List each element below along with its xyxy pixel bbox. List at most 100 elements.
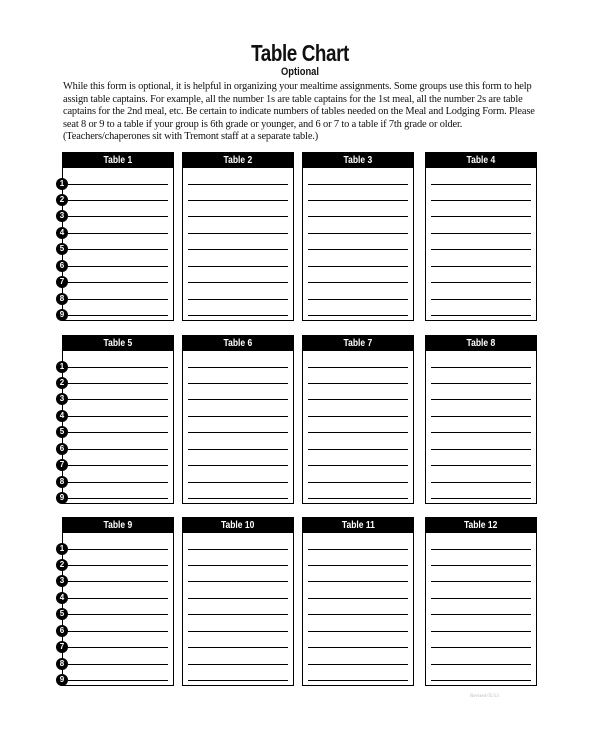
seat-name-field[interactable] (68, 631, 168, 633)
seat-name-field[interactable] (188, 216, 288, 218)
seat-name-field[interactable] (188, 465, 288, 467)
seat-name-field[interactable] (431, 266, 531, 268)
seat-name-field[interactable] (308, 498, 408, 500)
seat-name-field[interactable] (68, 233, 168, 235)
seat-name-field[interactable] (188, 432, 288, 434)
seat-name-field[interactable] (188, 664, 288, 666)
seat-name-field[interactable] (188, 498, 288, 500)
seat-name-field[interactable] (68, 549, 168, 551)
seat-name-field[interactable] (188, 184, 288, 186)
seat-name-field[interactable] (188, 315, 288, 317)
seat-name-field[interactable] (431, 498, 531, 500)
seat-name-field[interactable] (308, 282, 408, 284)
seat-name-field[interactable] (308, 367, 408, 369)
seat-name-field[interactable] (188, 249, 288, 251)
seat-name-field[interactable] (68, 249, 168, 251)
seat-name-field[interactable] (188, 299, 288, 301)
seat-name-field[interactable] (308, 200, 408, 202)
seat-name-field[interactable] (68, 680, 168, 682)
seat-name-field[interactable] (308, 631, 408, 633)
seat-name-field[interactable] (308, 216, 408, 218)
seat-name-field[interactable] (431, 680, 531, 682)
seat-name-field[interactable] (68, 416, 168, 418)
seat-name-field[interactable] (431, 465, 531, 467)
seat-name-field[interactable] (308, 399, 408, 401)
seat-name-field[interactable] (308, 233, 408, 235)
seat-name-field[interactable] (431, 416, 531, 418)
seat-name-field[interactable] (188, 581, 288, 583)
seat-name-field[interactable] (431, 565, 531, 567)
seat-name-field[interactable] (68, 647, 168, 649)
seat-name-field[interactable] (308, 449, 408, 451)
seat-name-field[interactable] (431, 216, 531, 218)
seat-name-field[interactable] (188, 282, 288, 284)
seat-name-field[interactable] (68, 449, 168, 451)
seat-name-field[interactable] (68, 266, 168, 268)
seat-name-field[interactable] (308, 266, 408, 268)
seat-name-field[interactable] (68, 216, 168, 218)
seat-name-field[interactable] (431, 432, 531, 434)
seat-name-field[interactable] (188, 680, 288, 682)
seat-name-field[interactable] (68, 282, 168, 284)
seat-name-field[interactable] (68, 200, 168, 202)
seat-name-field[interactable] (431, 200, 531, 202)
seat-name-field[interactable] (188, 367, 288, 369)
seat-name-field[interactable] (308, 664, 408, 666)
seat-name-field[interactable] (188, 449, 288, 451)
seat-name-field[interactable] (308, 647, 408, 649)
seat-name-field[interactable] (188, 631, 288, 633)
seat-name-field[interactable] (308, 383, 408, 385)
seat-name-field[interactable] (308, 299, 408, 301)
seat-name-field[interactable] (308, 432, 408, 434)
seat-name-field[interactable] (68, 664, 168, 666)
seat-name-field[interactable] (431, 315, 531, 317)
seat-name-field[interactable] (308, 315, 408, 317)
seat-name-field[interactable] (431, 598, 531, 600)
seat-name-field[interactable] (431, 367, 531, 369)
seat-name-field[interactable] (68, 581, 168, 583)
seat-name-field[interactable] (188, 416, 288, 418)
seat-name-field[interactable] (68, 498, 168, 500)
seat-name-field[interactable] (68, 184, 168, 186)
seat-name-field[interactable] (308, 549, 408, 551)
seat-name-field[interactable] (431, 449, 531, 451)
seat-name-field[interactable] (431, 549, 531, 551)
seat-name-field[interactable] (431, 184, 531, 186)
seat-name-field[interactable] (68, 367, 168, 369)
seat-name-field[interactable] (308, 482, 408, 484)
seat-name-field[interactable] (188, 614, 288, 616)
seat-name-field[interactable] (308, 565, 408, 567)
seat-name-field[interactable] (68, 399, 168, 401)
seat-name-field[interactable] (431, 249, 531, 251)
seat-name-field[interactable] (308, 249, 408, 251)
seat-name-field[interactable] (308, 416, 408, 418)
seat-name-field[interactable] (68, 598, 168, 600)
seat-name-field[interactable] (188, 233, 288, 235)
seat-name-field[interactable] (68, 432, 168, 434)
seat-name-field[interactable] (188, 549, 288, 551)
seat-name-field[interactable] (188, 482, 288, 484)
seat-name-field[interactable] (68, 465, 168, 467)
seat-name-field[interactable] (68, 565, 168, 567)
seat-name-field[interactable] (431, 664, 531, 666)
seat-name-field[interactable] (431, 299, 531, 301)
seat-name-field[interactable] (188, 383, 288, 385)
seat-name-field[interactable] (431, 233, 531, 235)
seat-name-field[interactable] (431, 482, 531, 484)
seat-name-field[interactable] (68, 383, 168, 385)
seat-name-field[interactable] (188, 565, 288, 567)
seat-name-field[interactable] (431, 631, 531, 633)
seat-name-field[interactable] (431, 282, 531, 284)
seat-name-field[interactable] (431, 383, 531, 385)
seat-name-field[interactable] (431, 581, 531, 583)
seat-name-field[interactable] (188, 647, 288, 649)
seat-name-field[interactable] (188, 266, 288, 268)
seat-name-field[interactable] (431, 399, 531, 401)
seat-name-field[interactable] (188, 200, 288, 202)
seat-name-field[interactable] (431, 647, 531, 649)
seat-name-field[interactable] (68, 315, 168, 317)
seat-name-field[interactable] (308, 581, 408, 583)
seat-name-field[interactable] (308, 465, 408, 467)
seat-name-field[interactable] (308, 184, 408, 186)
seat-name-field[interactable] (308, 614, 408, 616)
